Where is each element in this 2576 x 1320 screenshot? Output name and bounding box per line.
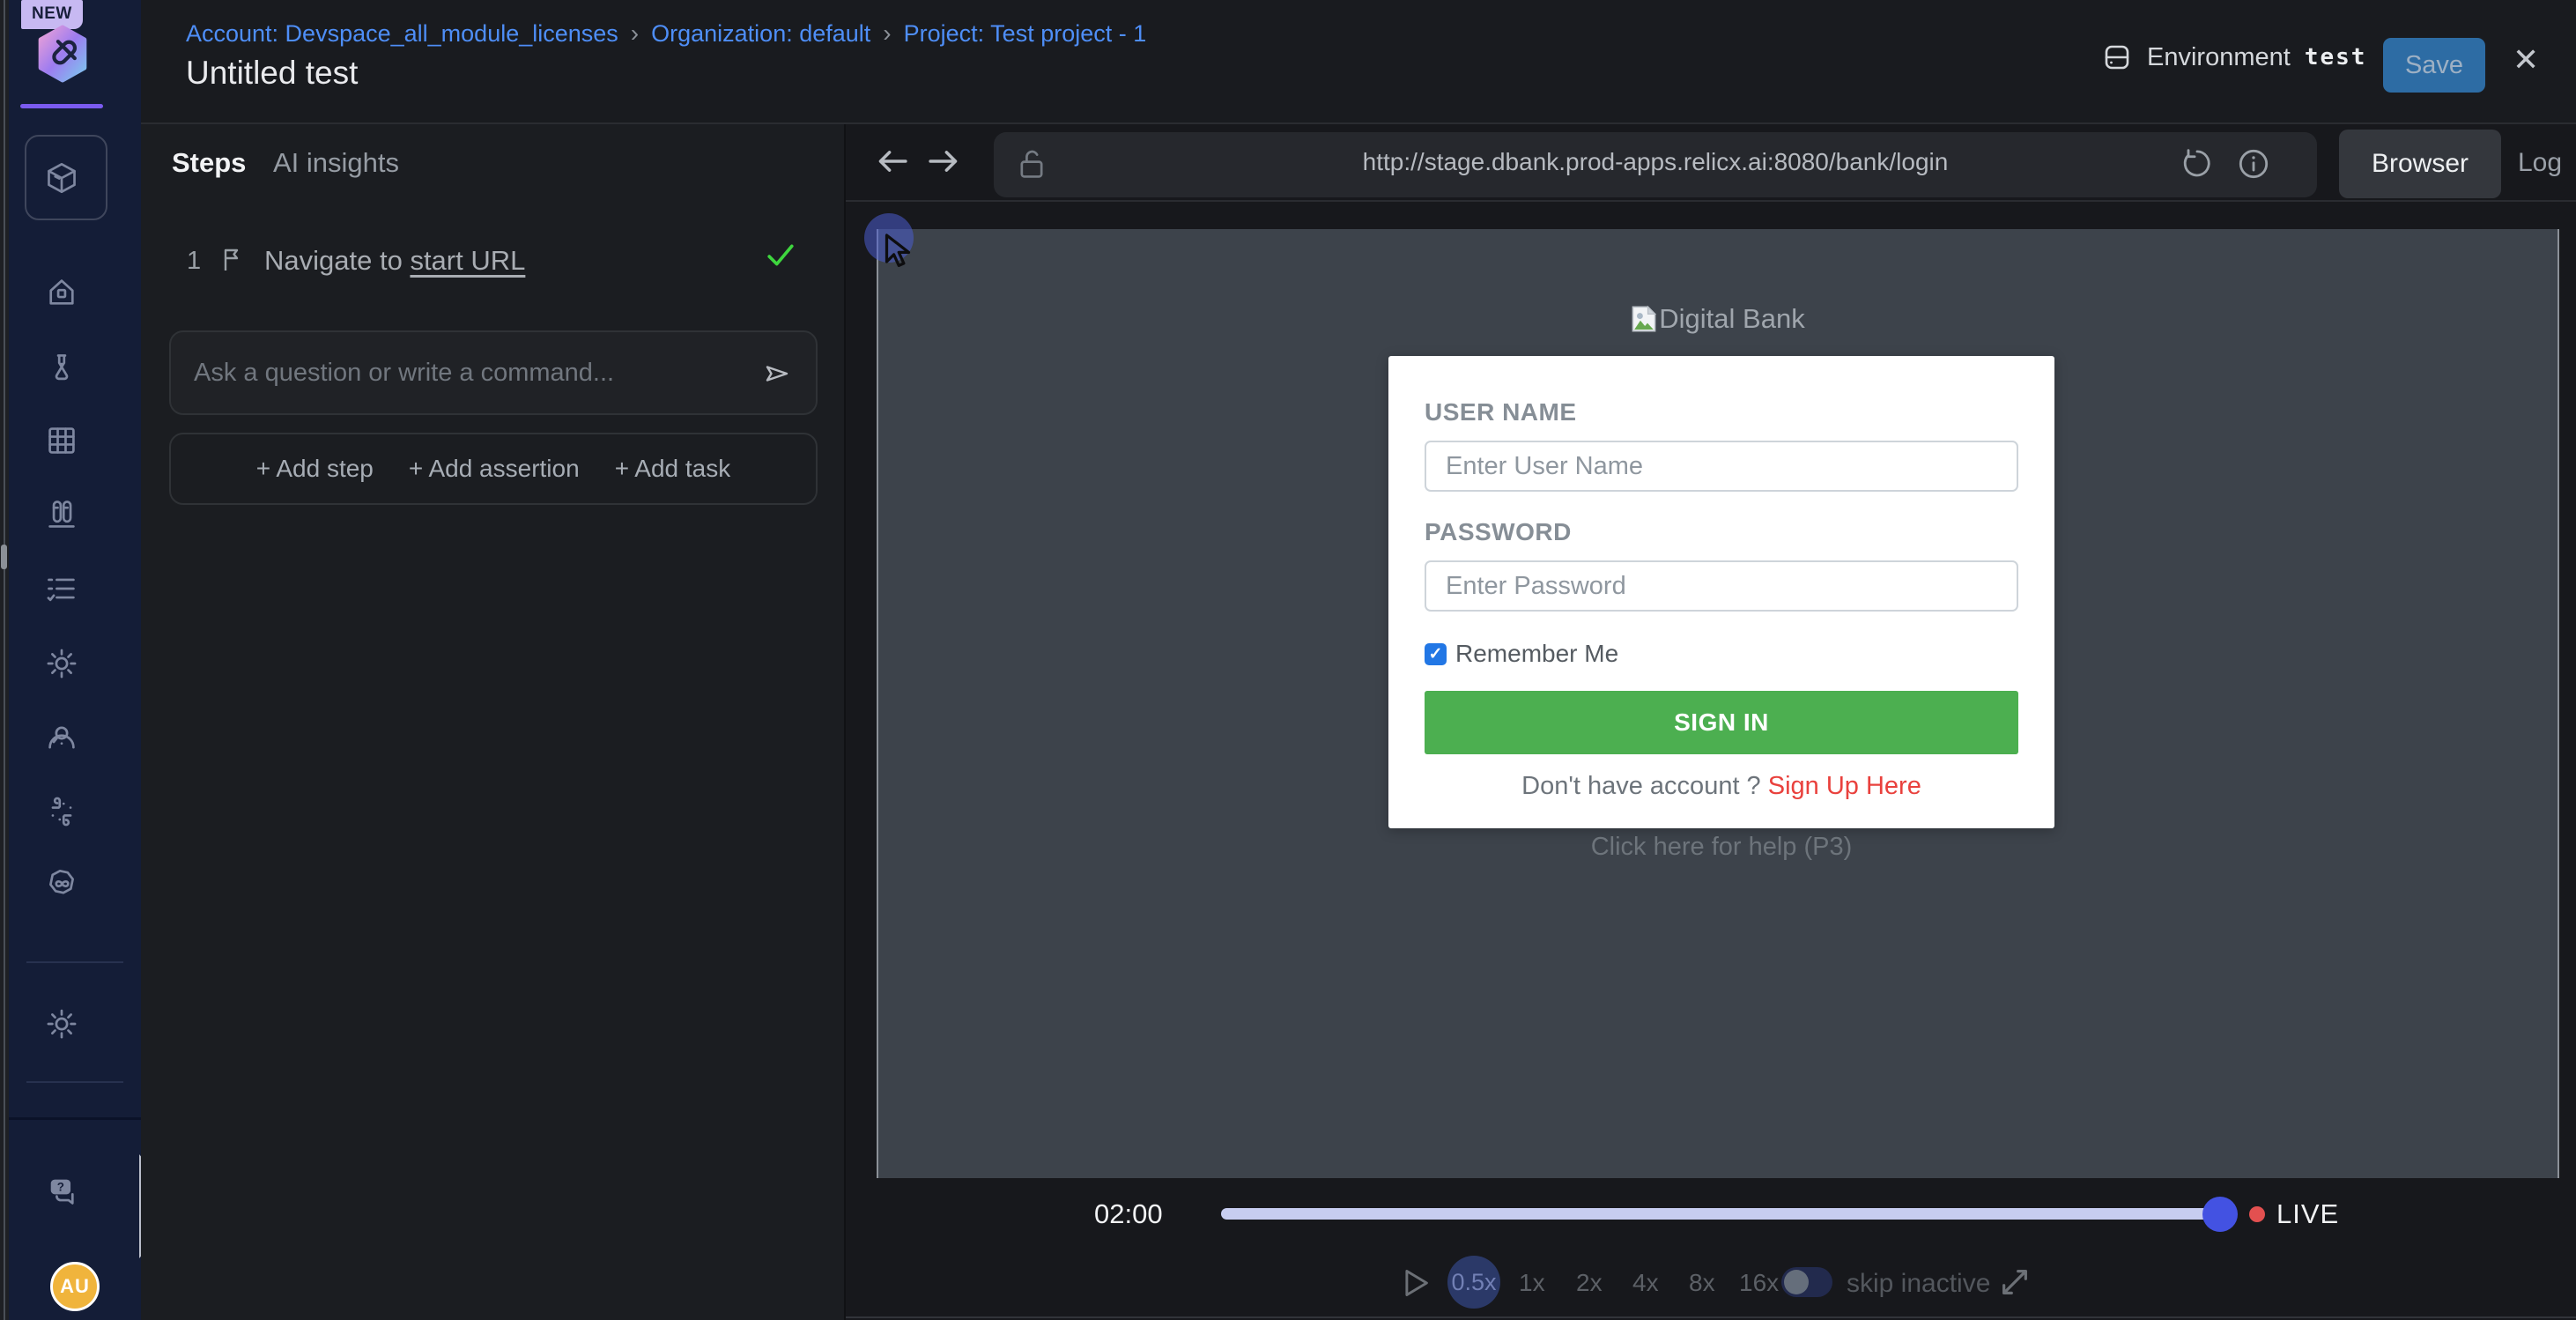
password-field[interactable] [1425,560,2018,612]
speed-16x-button[interactable]: 16x [1739,1269,1779,1297]
url-bar[interactable]: http://stage.dbank.prod-apps.relicx.ai:8… [994,132,2317,197]
remember-me-label: Remember Me [1455,640,1618,668]
timeline-thumb[interactable] [2202,1197,2238,1232]
speed-2x-button[interactable]: 2x [1576,1269,1603,1297]
password-label: PASSWORD [1425,518,2018,546]
environment-label: Environment [2147,43,2291,72]
app-logo-icon[interactable] [33,25,92,86]
step-number: 1 [187,247,201,276]
breadcrumb-separator: › [883,19,891,48]
speed-4x-button[interactable]: 4x [1632,1269,1659,1297]
breadcrumb-project-link[interactable]: Project: Test project - 1 [904,20,1147,48]
flag-icon [217,245,247,279]
add-assertion-button[interactable]: + Add assertion [409,455,580,483]
send-icon[interactable] [761,359,793,393]
username-field[interactable] [1425,441,2018,492]
record-dot [2249,1206,2265,1222]
grid-icon[interactable] [45,424,78,457]
save-button[interactable]: Save [2383,38,2485,93]
logo-accent-rule [20,104,103,108]
breadcrumb-account-link[interactable]: Account: Devspace_all_module_licenses [186,20,618,48]
live-label: LIVE [2276,1198,2339,1230]
sidebar-divider [26,1081,123,1083]
integrations-icon[interactable] [45,795,78,828]
signup-line: Don't have account ? Sign Up Here [1425,772,2018,801]
site-logo-alt-text: Digital Bank [1659,303,1804,335]
broken-image-icon [1631,305,1657,333]
remember-me-checkbox[interactable]: ✓ [1425,643,1447,665]
tab-log[interactable]: Log [2518,148,2562,178]
help-link[interactable]: Click here for help (P3) [1425,833,2018,862]
command-input[interactable] [194,332,740,413]
sidebar-divider [26,961,123,963]
environment-icon [2101,42,2133,72]
elapsed-time: 02:00 [1094,1198,1163,1230]
bottom-divider [846,1316,2576,1318]
add-task-button[interactable]: + Add task [615,455,731,483]
sidebar: NEW [9,0,141,1320]
tab-steps[interactable]: Steps [172,147,246,179]
speed-1x-button[interactable]: 1x [1519,1269,1545,1297]
play-icon[interactable] [1401,1267,1431,1303]
timeline-track[interactable] [1221,1208,2234,1220]
username-label: USER NAME [1425,398,1577,426]
back-arrow-icon[interactable] [872,141,913,186]
environment-value: test [2305,44,2367,70]
reload-icon[interactable] [2180,146,2215,186]
speed-0.5x-button[interactable]: 0.5x [1447,1256,1500,1309]
tab-browser[interactable]: Browser [2339,130,2501,198]
help-chat-icon[interactable]: ? [45,1175,78,1208]
api-link-icon[interactable] [45,867,78,901]
edge-resize-handle[interactable] [1,545,7,569]
step-row[interactable]: 1 Navigate to start URL [141,234,846,291]
command-input-box [169,330,818,415]
page-title: Untitled test [186,55,358,92]
speed-8x-button[interactable]: 8x [1689,1269,1715,1297]
tab-ai-insights[interactable]: AI insights [273,147,399,179]
sign-up-link[interactable]: Sign Up Here [1768,772,1921,800]
breadcrumb: Account: Devspace_all_module_licenses › … [186,19,1146,48]
cursor-arrow-icon [880,231,924,279]
sidebar-section-split [9,1117,141,1120]
fullscreen-expand-icon[interactable] [1996,1264,2033,1305]
cube-icon[interactable] [45,161,78,195]
forward-arrow-icon[interactable] [923,141,964,186]
info-icon[interactable] [2236,146,2271,186]
step-description: Navigate to start URL [264,245,525,277]
avatar[interactable]: AU [50,1262,100,1311]
start-url-link[interactable]: start URL [410,245,525,276]
step-success-check-icon [766,243,795,272]
add-step-button[interactable]: + Add step [256,455,374,483]
flask-icon[interactable] [45,352,78,385]
sign-in-button[interactable]: SIGN IN [1425,691,2018,754]
toggle-knob [1784,1270,1809,1294]
breadcrumb-separator: › [631,19,639,48]
site-logo: Digital Bank [878,303,2557,335]
skip-inactive-toggle[interactable] [1781,1267,1832,1297]
remember-me-row: ✓ Remember Me [1425,640,2018,668]
browser-viewport: Digital Bank USER NAME PASSWORD ✓ Rememb… [877,229,2559,1178]
app-window: NEW [0,0,2576,1320]
breadcrumb-organization-link[interactable]: Organization: default [651,20,870,48]
test-tubes-icon[interactable] [45,498,78,531]
home-icon[interactable] [45,276,78,309]
checklist-icon[interactable] [45,572,78,605]
session-search-icon[interactable] [45,721,78,754]
environment-selector[interactable]: Environment test [2101,42,2366,72]
close-icon[interactable]: ✕ [2513,44,2539,76]
svg-text:?: ? [57,1180,64,1193]
steps-panel: Steps AI insights 1 Navigate to start UR… [141,124,846,1320]
settings-gear-icon[interactable] [45,647,78,680]
add-actions-bar: + Add step + Add assertion + Add task [169,433,818,505]
window-edge-line [4,0,5,1320]
login-card: USER NAME PASSWORD ✓ Remember Me SIGN IN… [1388,356,2054,828]
skip-inactive-label: skip inactive [1847,1269,1990,1299]
url-text[interactable]: http://stage.dbank.prod-apps.relicx.ai:8… [994,148,2317,176]
admin-gear-icon[interactable] [45,1007,78,1041]
